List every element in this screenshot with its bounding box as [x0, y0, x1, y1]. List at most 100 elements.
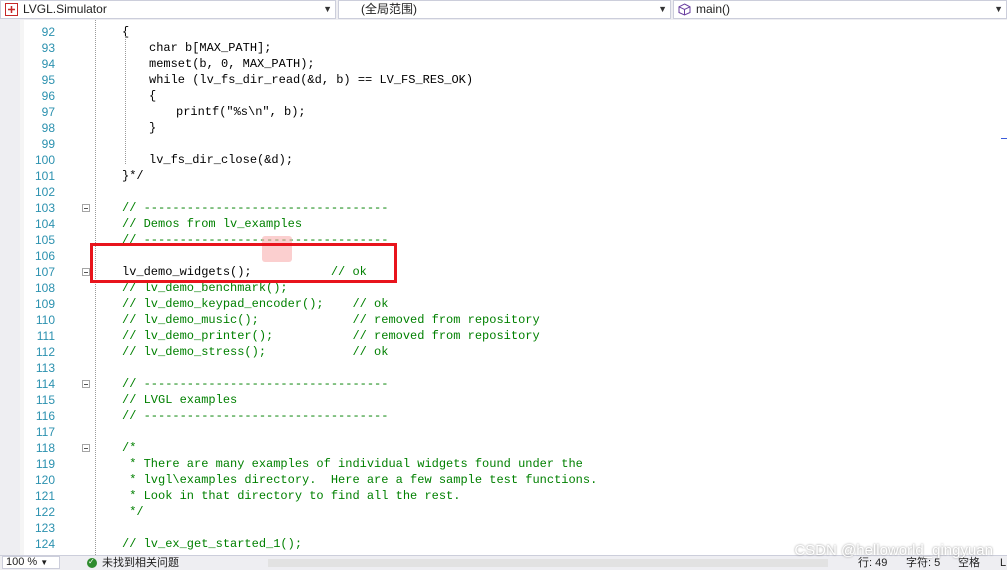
- fold-toggle-icon[interactable]: [82, 444, 90, 452]
- line-number: 115: [35, 393, 55, 407]
- code-line[interactable]: 121 * Look in that directory to find all…: [0, 488, 1007, 504]
- indent-guide-inner: [125, 36, 126, 164]
- scroll-marker: [1001, 138, 1007, 139]
- code-text: // Demos from lv_examples: [122, 217, 303, 231]
- member-label: main(): [696, 2, 731, 16]
- code-line[interactable]: 96 {: [0, 88, 1007, 104]
- code-text: printf("%s\n", b);: [176, 105, 306, 119]
- indent-guide: [95, 20, 96, 555]
- code-line[interactable]: 112 // lv_demo_stress(); // ok: [0, 344, 1007, 360]
- code-line[interactable]: 110 // lv_demo_music(); // removed from r…: [0, 312, 1007, 328]
- code-text: }: [149, 121, 157, 135]
- line-number: 116: [35, 409, 55, 423]
- project-label: LVGL.Simulator: [23, 2, 107, 16]
- method-cube-icon: [678, 3, 691, 16]
- code-line[interactable]: 109 // lv_demo_keypad_encoder(); // ok: [0, 296, 1007, 312]
- code-text: * There are many examples of individual …: [122, 457, 583, 471]
- code-line[interactable]: 116 // ----------------------------------: [0, 408, 1007, 424]
- line-number: 93: [41, 41, 55, 55]
- line-number: 113: [35, 361, 55, 375]
- code-text: // LVGL examples: [122, 393, 238, 407]
- line-number: 98: [41, 121, 55, 135]
- code-line[interactable]: 119 * There are many examples of individ…: [0, 456, 1007, 472]
- issues-status[interactable]: 未找到相关问题: [102, 556, 179, 570]
- navigation-bar: LVGL.Simulator ▼ (全局范围) ▼ main() ▼: [0, 0, 1007, 21]
- code-line[interactable]: 102: [0, 184, 1007, 200]
- line-number: 107: [34, 265, 55, 279]
- code-line[interactable]: 98}: [0, 120, 1007, 136]
- chevron-down-icon[interactable]: ▼: [994, 1, 1003, 18]
- code-line[interactable]: 122 */: [0, 504, 1007, 520]
- code-text: // lv_ex_get_started_1();: [122, 537, 303, 551]
- code-text: * Look in that directory to find all the…: [122, 489, 461, 503]
- code-text: // lv_demo_printer(); // removed from re…: [122, 329, 540, 343]
- code-editor[interactable]: 92{93 char b[MAX_PATH]; 94 memset(b, 0, MAX…: [0, 20, 1007, 555]
- zoom-dropdown[interactable]: 100 % ▼: [2, 556, 60, 569]
- line-number: 97: [41, 105, 55, 119]
- code-line[interactable]: 115 // LVGL examples: [0, 392, 1007, 408]
- project-icon: [5, 3, 18, 16]
- line-number: 111: [36, 329, 55, 343]
- code-line[interactable]: 123: [0, 520, 1007, 536]
- code-text: {: [149, 89, 157, 103]
- watermark-text: CSDN @helloworld_qingyuan: [794, 542, 993, 559]
- code-text: /*: [122, 441, 137, 455]
- horizontal-scrollbar[interactable]: [268, 559, 828, 567]
- code-line[interactable]: 101}*/: [0, 168, 1007, 184]
- line-number: 103: [34, 201, 55, 215]
- code-line[interactable]: 111 // lv_demo_printer(); // removed from…: [0, 328, 1007, 344]
- line-ending[interactable]: L: [1000, 556, 1006, 570]
- code-text: // lv_demo_music(); // removed from repo…: [122, 313, 540, 327]
- code-line[interactable]: 103 // ----------------------------------: [0, 200, 1007, 216]
- code-text: }*/: [122, 169, 144, 183]
- code-line[interactable]: 113: [0, 360, 1007, 376]
- code-text: // lv_demo_keypad_encoder(); // ok: [122, 297, 389, 311]
- scope-label: (全局范围): [361, 2, 417, 16]
- code-line[interactable]: 93 char b[MAX_PATH];: [0, 40, 1007, 56]
- line-number: 92: [41, 25, 55, 39]
- code-line[interactable]: 114 // ----------------------------------: [0, 376, 1007, 392]
- fold-toggle-icon[interactable]: [82, 204, 90, 212]
- project-dropdown[interactable]: LVGL.Simulator ▼: [0, 0, 336, 19]
- line-number: 99: [41, 137, 55, 151]
- code-text: */: [122, 505, 144, 519]
- line-number: 109: [34, 297, 55, 311]
- line-number: 121: [34, 489, 55, 503]
- line-number: 110: [35, 313, 55, 327]
- check-circle-icon: [87, 555, 97, 569]
- line-number: 112: [35, 345, 55, 359]
- code-text: while (lv_fs_dir_read(&d, b) == LV_FS_RE…: [149, 73, 474, 87]
- line-number: 96: [41, 89, 55, 103]
- line-number: 118: [35, 441, 55, 455]
- line-number: 114: [35, 377, 55, 391]
- code-line[interactable]: 120 * lvgl\examples directory. Here are …: [0, 472, 1007, 488]
- code-text: lv_fs_dir_close(&d);: [149, 153, 294, 167]
- code-line[interactable]: 118 /*: [0, 440, 1007, 456]
- line-number: 100: [34, 153, 55, 167]
- line-number: 108: [34, 281, 55, 295]
- code-line[interactable]: 104 // Demos from lv_examples: [0, 216, 1007, 232]
- highlight-box: [90, 243, 397, 283]
- code-text: * lvgl\examples directory. Here are a fe…: [122, 473, 598, 487]
- line-number: 106: [34, 249, 55, 263]
- code-line[interactable]: 94 memset(b, 0, MAX_PATH);: [0, 56, 1007, 72]
- line-number: 94: [41, 57, 55, 71]
- code-line[interactable]: 95 while (lv_fs_dir_read(&d, b) == LV_FS_…: [0, 72, 1007, 88]
- code-line[interactable]: 99: [0, 136, 1007, 152]
- code-line[interactable]: 117: [0, 424, 1007, 440]
- fold-toggle-icon[interactable]: [82, 268, 90, 276]
- code-line[interactable]: 100 lv_fs_dir_close(&d);: [0, 152, 1007, 168]
- fold-toggle-icon[interactable]: [82, 380, 90, 388]
- line-number: 105: [34, 233, 55, 247]
- member-dropdown[interactable]: main() ▼: [673, 0, 1007, 19]
- chevron-down-icon[interactable]: ▼: [323, 1, 332, 18]
- line-number: 117: [35, 425, 55, 439]
- code-text: // ----------------------------------: [122, 377, 389, 391]
- code-line[interactable]: 92{: [0, 24, 1007, 40]
- line-number: 122: [34, 505, 55, 519]
- chevron-down-icon[interactable]: ▼: [658, 1, 667, 18]
- code-text: // ----------------------------------: [122, 409, 389, 423]
- code-line[interactable]: 97 printf("%s\n", b);: [0, 104, 1007, 120]
- scope-dropdown[interactable]: (全局范围) ▼: [338, 0, 671, 19]
- chevron-down-icon: ▼: [40, 558, 49, 567]
